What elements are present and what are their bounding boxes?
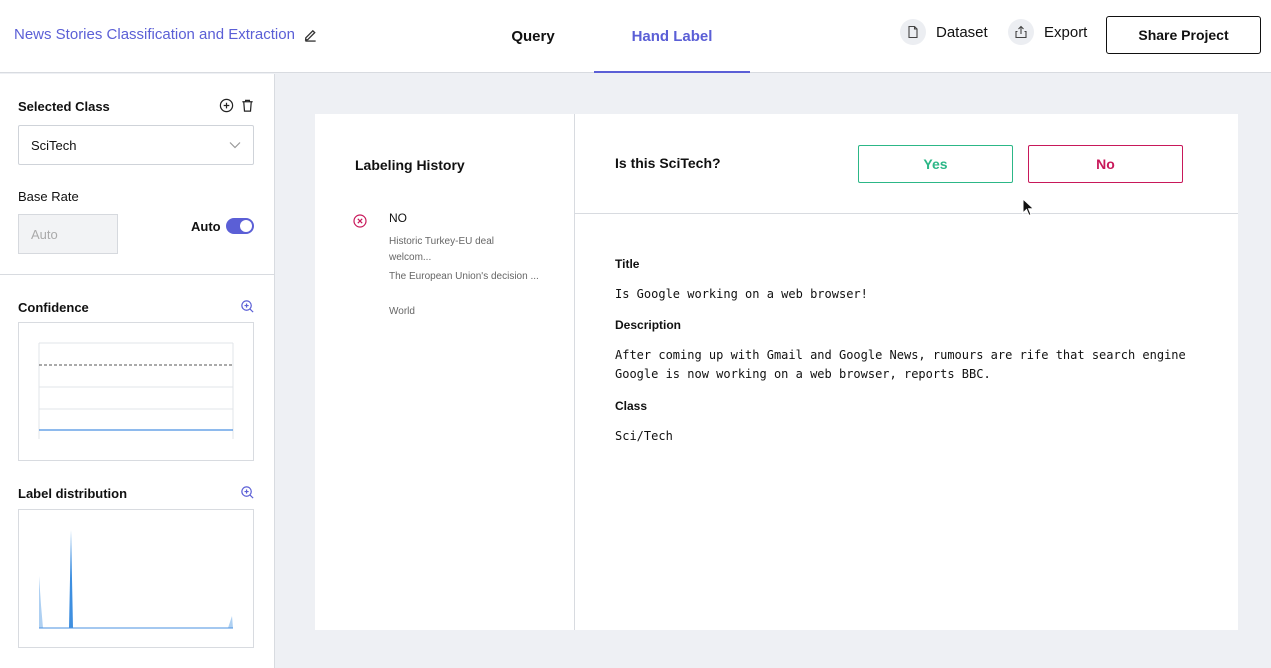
history-entry-description: The European Union's decision ...	[389, 271, 539, 282]
export-button[interactable]: Export	[1008, 19, 1087, 45]
title-value: Is Google working on a web browser!	[615, 287, 868, 301]
tab-query[interactable]: Query	[473, 0, 593, 73]
sidebar: Selected Class SciTech Base Rate Auto Co…	[0, 74, 275, 668]
tab-hand-label-label: Hand Label	[631, 27, 713, 45]
class-heading: Class	[615, 399, 648, 413]
history-entry-class: World	[389, 306, 415, 317]
base-rate-input[interactable]	[18, 214, 118, 254]
confidence-chart-svg	[38, 342, 234, 439]
selected-class-label: Selected Class	[18, 99, 110, 114]
distribution-peak	[69, 530, 73, 628]
tab-query-label: Query	[511, 28, 555, 45]
class-select-value: SciTech	[31, 137, 77, 153]
class-select[interactable]: SciTech	[18, 125, 254, 165]
class-value: Sci/Tech	[615, 429, 673, 443]
upload-icon	[1008, 19, 1034, 45]
top-bar: News Stories Classification and Extracti…	[0, 0, 1271, 73]
base-rate-label: Base Rate	[18, 189, 79, 204]
dataset-button-label: Dataset	[936, 23, 988, 41]
tab-hand-label[interactable]: Hand Label	[594, 0, 750, 73]
zoom-in-icon[interactable]	[239, 298, 255, 314]
description-value: After coming up with Gmail and Google Ne…	[615, 348, 1186, 381]
add-class-icon[interactable]	[218, 97, 234, 113]
labeling-history: Labeling History NO Historic Turkey-EU d…	[315, 114, 575, 630]
divider	[0, 274, 275, 275]
history-entry-title: Historic Turkey-EU deal welcom...	[389, 236, 495, 263]
history-entry-label: NO	[389, 211, 407, 225]
auto-toggle[interactable]	[226, 218, 254, 234]
labeling-panel: Labeling History NO Historic Turkey-EU d…	[315, 114, 1238, 630]
close-circle-icon	[353, 214, 367, 228]
question-bar: Is this SciTech? Yes No	[575, 114, 1238, 214]
project-title-text: News Stories Classification and Extracti…	[14, 26, 295, 43]
title-heading: Title	[615, 257, 640, 271]
question-text: Is this SciTech?	[615, 155, 721, 171]
zoom-in-icon[interactable]	[239, 484, 255, 500]
trash-icon[interactable]	[239, 97, 255, 113]
yes-button[interactable]: Yes	[858, 145, 1013, 183]
share-project-button[interactable]: Share Project	[1106, 16, 1261, 54]
confidence-chart	[18, 322, 254, 461]
export-button-label: Export	[1044, 23, 1088, 41]
label-distribution-chart	[18, 509, 254, 648]
edit-pencil-icon[interactable]	[303, 27, 318, 42]
auto-label: Auto	[191, 219, 221, 234]
no-button[interactable]: No	[1028, 145, 1183, 183]
project-title[interactable]: News Stories Classification and Extracti…	[14, 26, 318, 43]
document-icon	[900, 19, 926, 45]
description-heading: Description	[615, 318, 682, 332]
mouse-cursor-icon	[1022, 198, 1035, 217]
label-distribution-label: Label distribution	[18, 486, 128, 501]
distribution-area-left	[39, 576, 43, 628]
dataset-button[interactable]: Dataset	[900, 19, 988, 45]
labeling-history-title: Labeling History	[355, 157, 465, 173]
distribution-area-right	[228, 616, 233, 628]
distribution-chart-svg	[39, 530, 233, 629]
chevron-down-icon	[229, 142, 241, 149]
confidence-label: Confidence	[18, 300, 89, 315]
